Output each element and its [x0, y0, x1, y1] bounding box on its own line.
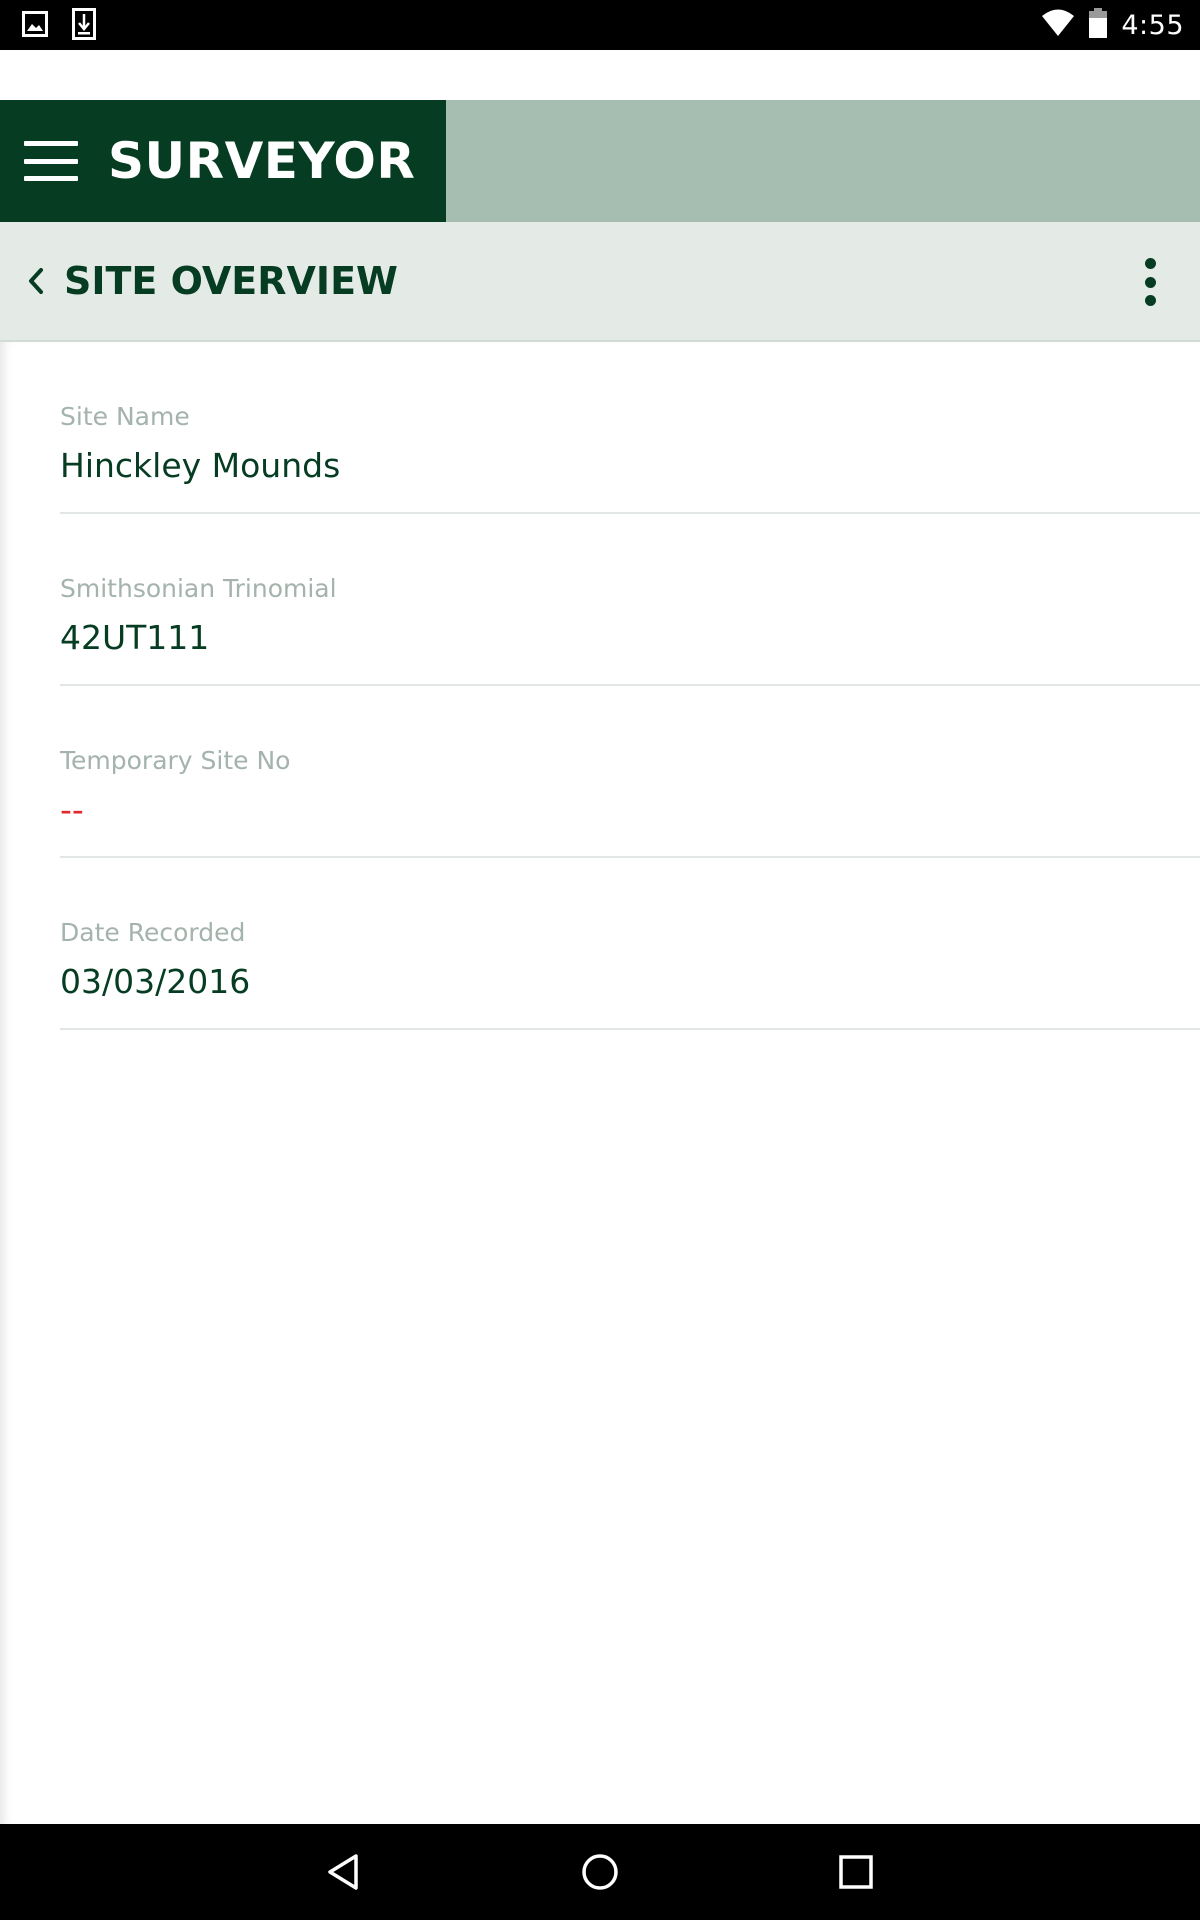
page-title: SITE OVERVIEW	[64, 259, 398, 303]
recents-square-icon[interactable]	[832, 1848, 880, 1896]
hamburger-menu-icon[interactable]	[24, 141, 78, 181]
app-bar-brand: SURVEYOR	[0, 100, 446, 222]
notification-icons	[22, 8, 96, 44]
app-title: SURVEYOR	[108, 132, 416, 190]
status-time: 4:55	[1121, 9, 1184, 41]
navigation-bar	[0, 1824, 1200, 1920]
battery-icon	[1089, 8, 1108, 42]
screen: 4:55 SURVEYOR SITE OVERVIEW Site Name Hi…	[0, 0, 1200, 1920]
top-strip	[0, 50, 1200, 100]
field-value: Hinckley Mounds	[60, 446, 341, 485]
field-value: 42UT111	[60, 618, 210, 657]
temporary-site-no-field: Temporary Site No --	[60, 686, 1200, 858]
field-label: Smithsonian Trinomial	[60, 574, 337, 603]
sub-header: SITE OVERVIEW	[0, 222, 1200, 342]
field-label: Temporary Site No	[60, 746, 291, 775]
smithsonian-trinomial-field: Smithsonian Trinomial 42UT111	[60, 514, 1200, 686]
field-label: Site Name	[60, 402, 190, 431]
home-circle-icon[interactable]	[576, 1848, 624, 1896]
field-label: Date Recorded	[60, 918, 246, 947]
app-bar: SURVEYOR	[0, 100, 1200, 222]
download-notification-icon	[72, 8, 96, 44]
back-triangle-icon[interactable]	[320, 1848, 368, 1896]
chevron-left-icon[interactable]	[16, 251, 56, 311]
field-value: 03/03/2016	[60, 962, 251, 1001]
gallery-notification-icon	[22, 11, 48, 41]
wifi-icon	[1041, 9, 1075, 41]
date-recorded-field: Date Recorded 03/03/2016	[60, 858, 1200, 1030]
field-value: --	[60, 790, 84, 829]
status-bar: 4:55	[0, 0, 1200, 50]
site-name-field: Site Name Hinckley Mounds	[60, 342, 1200, 514]
more-vertical-icon[interactable]	[1140, 252, 1160, 312]
system-indicators: 4:55	[1041, 0, 1184, 50]
site-overview-content: Site Name Hinckley Mounds Smithsonian Tr…	[0, 342, 1200, 1824]
